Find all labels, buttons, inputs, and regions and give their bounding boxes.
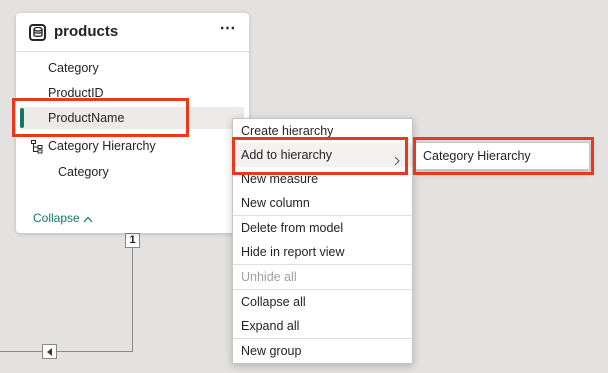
table-card-header[interactable]: products ⋯: [16, 13, 249, 52]
field-label: Category Hierarchy: [48, 139, 156, 153]
relationship-line[interactable]: [132, 248, 133, 352]
filter-direction-arrow-icon: [42, 344, 57, 359]
hierarchy-level-category[interactable]: Category: [16, 161, 249, 183]
field-item-category[interactable]: Category: [16, 57, 249, 79]
relationship-line[interactable]: [0, 351, 133, 352]
annotation-highlight-box: [413, 137, 594, 175]
menu-item-label: Expand all: [241, 319, 300, 333]
menu-item-collapse-all[interactable]: Collapse all: [233, 290, 412, 314]
menu-item-new-group[interactable]: New group: [233, 339, 412, 363]
menu-item-label: Hide in report view: [241, 245, 345, 259]
menu-item-label: New column: [241, 196, 310, 210]
menu-item-delete-from-model[interactable]: Delete from model: [233, 216, 412, 240]
menu-item-label: Delete from model: [241, 221, 344, 235]
cardinality-badge: 1: [125, 233, 140, 248]
field-label: Category: [58, 165, 109, 179]
menu-item-unhide-all: Unhide all: [233, 265, 412, 289]
annotation-highlight-box: [232, 137, 408, 175]
table-icon: [29, 24, 46, 41]
menu-item-new-column[interactable]: New column: [233, 191, 412, 215]
menu-item-hide-in-report-view[interactable]: Hide in report view: [233, 240, 412, 264]
menu-item-label: Unhide all: [241, 270, 297, 284]
field-label: Category: [48, 61, 99, 75]
menu-item-label: New group: [241, 344, 302, 358]
table-title: products: [54, 23, 119, 40]
annotation-highlight-box: [12, 98, 189, 137]
chevron-up-icon: [83, 212, 93, 226]
more-options-button[interactable]: ⋯: [216, 21, 240, 42]
field-item-category-hierarchy[interactable]: Category Hierarchy: [16, 135, 249, 157]
collapse-link[interactable]: Collapse: [33, 211, 93, 225]
collapse-label: Collapse: [33, 211, 80, 225]
menu-item-label: Collapse all: [241, 295, 306, 309]
menu-item-expand-all[interactable]: Expand all: [233, 314, 412, 338]
hierarchy-icon: [31, 139, 43, 161]
